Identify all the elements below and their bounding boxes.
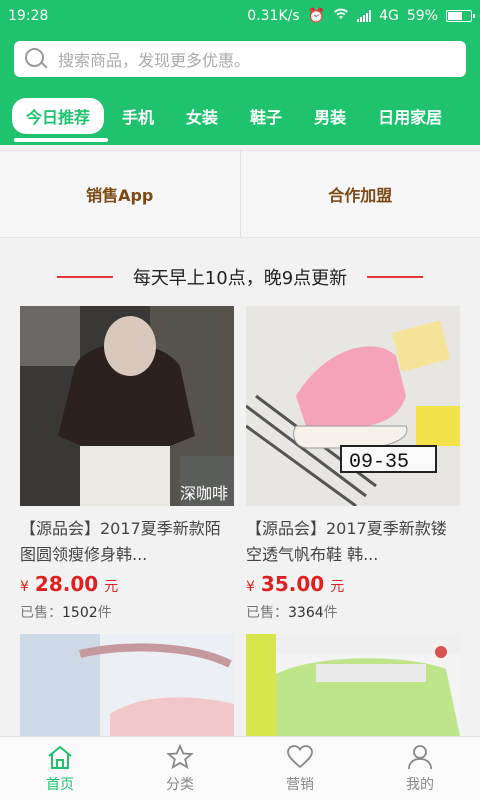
status-time: 19:28 xyxy=(8,8,49,24)
user-icon xyxy=(408,744,432,769)
sold-number: 3364 xyxy=(288,605,324,621)
tab-today-recommend[interactable]: 今日推荐 xyxy=(12,98,105,134)
sold-count: 已售：1502件 xyxy=(20,602,234,622)
image-watermark: 深咖啡 xyxy=(179,484,228,503)
sold-label: 已售： xyxy=(20,605,62,621)
product-title[interactable]: 【源品会】2017夏季新款镂空透气帆布鞋 韩... xyxy=(246,516,460,568)
alarm-icon: ⏰ xyxy=(307,8,326,24)
product-card[interactable]: 09-35 【源品会】2017夏季新款镂空透气帆布鞋 韩... ¥ 35.00 … xyxy=(246,306,460,622)
svg-text:09-35: 09-35 xyxy=(349,451,409,474)
banner-text: 每天早上10点，晚9点更新 xyxy=(132,268,348,289)
net-speed: 0.31K/s xyxy=(247,8,300,24)
nav-marketing-label: 营销 xyxy=(286,776,314,793)
network-type: 4G xyxy=(379,8,399,24)
nav-category-label: 分类 xyxy=(166,776,194,793)
product-price: ¥ 35.00 元 xyxy=(246,572,460,596)
search-icon xyxy=(24,47,48,71)
sold-unit: 件 xyxy=(323,605,338,621)
sell-app-button[interactable]: 销售App xyxy=(0,151,240,237)
nav-marketing[interactable]: 营销 xyxy=(240,737,360,800)
product-card[interactable] xyxy=(246,634,460,736)
quick-links: 销售App 合作加盟 xyxy=(0,150,480,238)
price-value: 35.00 xyxy=(260,572,325,596)
nav-mine[interactable]: 我的 xyxy=(360,737,480,800)
product-title[interactable]: 【源品会】2017夏季新款陌图圆领瘦修身韩... xyxy=(20,516,234,568)
price-unit: 元 xyxy=(104,579,119,595)
signal-icon xyxy=(357,10,372,22)
category-tabs: 今日推荐 手机 女装 鞋子 男装 日用家居 xyxy=(0,92,480,140)
update-banner: 每天早上10点，晚9点更新 xyxy=(0,252,480,302)
home-icon xyxy=(48,745,72,769)
product-image[interactable] xyxy=(20,634,234,736)
status-indicators: 0.31K/s ⏰ 4G 59% xyxy=(247,8,475,24)
bottom-nav: 首页 分类 营销 我的 xyxy=(0,736,480,800)
nav-category[interactable]: 分类 xyxy=(120,737,240,800)
search-placeholder: 搜索商品，发现更多优惠。 xyxy=(58,51,251,70)
star-icon xyxy=(166,743,194,769)
sold-label: 已售： xyxy=(246,605,288,621)
sold-number: 1502 xyxy=(62,605,98,621)
divider-left xyxy=(56,276,113,278)
active-tab-indicator xyxy=(14,138,108,142)
tab-womens[interactable]: 女装 xyxy=(186,104,218,128)
product-card[interactable] xyxy=(20,634,234,736)
product-card[interactable]: 深咖啡 【源品会】2017夏季新款陌图圆领瘦修身韩... ¥ 28.00 元 已… xyxy=(20,306,234,622)
product-image[interactable]: 深咖啡 xyxy=(20,306,234,506)
product-image[interactable]: 09-35 xyxy=(246,306,460,506)
product-image[interactable] xyxy=(246,634,460,736)
battery-percent: 59% xyxy=(406,8,438,24)
product-price: ¥ 28.00 元 xyxy=(20,572,234,596)
tab-mens[interactable]: 男装 xyxy=(314,104,346,128)
nav-mine-label: 我的 xyxy=(406,776,434,793)
search-input[interactable]: 搜索商品，发现更多优惠。 xyxy=(14,41,466,77)
nav-home-label: 首页 xyxy=(46,776,74,793)
divider-right xyxy=(367,276,424,278)
sold-count: 已售：3364件 xyxy=(246,602,460,622)
price-unit: 元 xyxy=(330,579,345,595)
tab-shoes[interactable]: 鞋子 xyxy=(250,104,282,128)
nav-home[interactable]: 首页 xyxy=(0,737,120,800)
tab-home-goods[interactable]: 日用家居 xyxy=(378,104,442,128)
currency-symbol: ¥ xyxy=(246,579,255,595)
heart-icon xyxy=(287,744,313,768)
battery-icon xyxy=(446,10,475,22)
currency-symbol: ¥ xyxy=(20,579,29,595)
tab-phones[interactable]: 手机 xyxy=(122,104,154,128)
sold-unit: 件 xyxy=(97,605,112,621)
status-bar: 19:28 0.31K/s ⏰ 4G 59% xyxy=(0,0,480,32)
price-value: 28.00 xyxy=(34,572,99,596)
app-header: 搜索商品，发现更多优惠。 今日推荐 手机 女装 鞋子 男装 日用家居 xyxy=(0,32,480,145)
wifi-icon xyxy=(333,8,349,24)
franchise-button[interactable]: 合作加盟 xyxy=(239,151,480,237)
